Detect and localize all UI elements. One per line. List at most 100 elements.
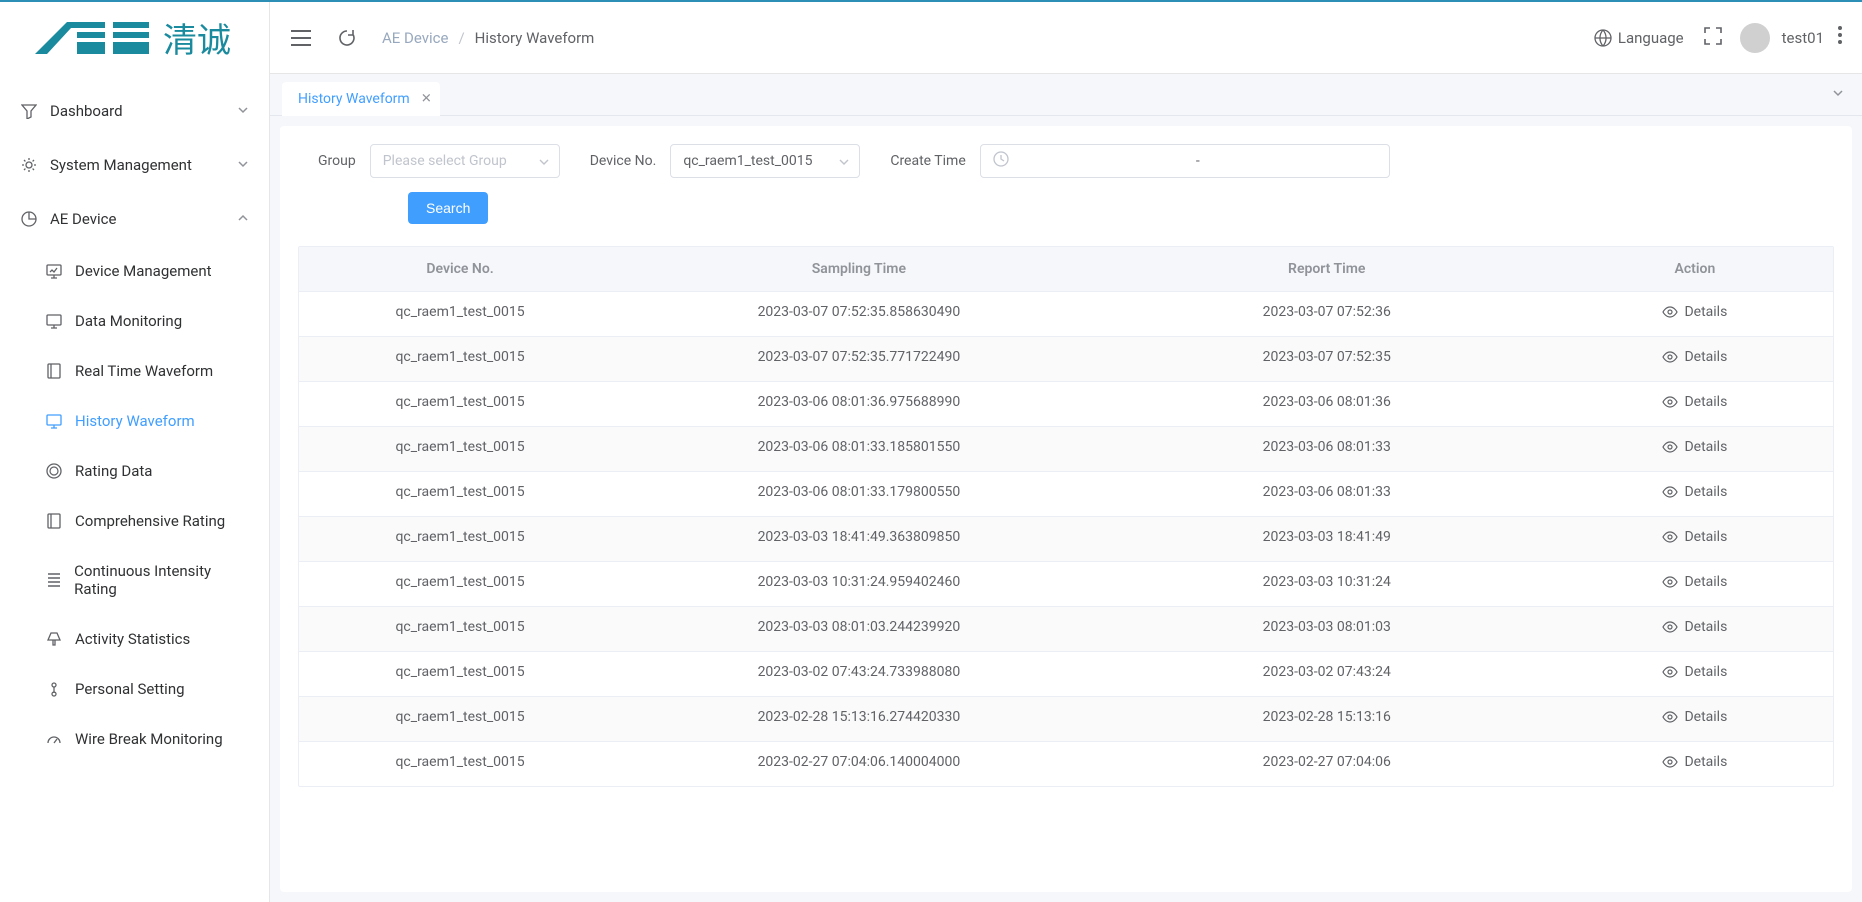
cell-device: qc_raem1_test_0015 [299, 427, 621, 471]
details-button[interactable]: Details [1662, 304, 1727, 320]
logo-icon: 清诚 [35, 16, 235, 62]
sidebar-item-rating-data[interactable]: Rating Data [0, 446, 269, 496]
eye-icon [1662, 529, 1678, 545]
details-button[interactable]: Details [1662, 394, 1727, 410]
cell-action: Details [1557, 742, 1833, 786]
sidebar-item-activity-statistics[interactable]: Activity Statistics [0, 614, 269, 664]
table-row: qc_raem1_test_00152023-03-02 07:43:24.73… [299, 651, 1833, 696]
breadcrumb: AE Device / History Waveform [382, 29, 594, 47]
sidebar-item-real-time-waveform[interactable]: Real Time Waveform [0, 346, 269, 396]
details-button[interactable]: Details [1662, 664, 1727, 680]
create-time-label: Create Time [890, 153, 965, 169]
svg-text:清诚: 清诚 [163, 21, 231, 61]
group-select-placeholder: Please select Group [383, 153, 507, 169]
hamburger-icon[interactable] [290, 27, 312, 49]
sidebar-item-continuous-intensity-rating[interactable]: Continuous Intensity Rating [0, 546, 269, 614]
date-range-separator: - [1019, 153, 1377, 169]
sidebar-item-label: Activity Statistics [75, 630, 190, 648]
chevron-down-icon [539, 154, 549, 168]
cell-action: Details [1557, 472, 1833, 516]
gear-icon [20, 157, 38, 173]
details-label: Details [1684, 484, 1727, 500]
col-device: Device No. [299, 247, 621, 291]
funnel-icon [20, 103, 38, 119]
sidebar-item-label: Real Time Waveform [75, 362, 213, 380]
language-label: Language [1618, 29, 1684, 47]
table-row: qc_raem1_test_00152023-03-03 08:01:03.24… [299, 606, 1833, 651]
cell-report: 2023-03-03 10:31:24 [1097, 562, 1557, 606]
details-button[interactable]: Details [1662, 619, 1727, 635]
cell-report: 2023-02-27 07:04:06 [1097, 742, 1557, 786]
table-row: qc_raem1_test_00152023-03-07 07:52:35.85… [299, 291, 1833, 336]
username: test01 [1782, 29, 1824, 47]
cell-report: 2023-02-28 15:13:16 [1097, 697, 1557, 741]
details-label: Details [1684, 619, 1727, 635]
eye-icon [1662, 754, 1678, 770]
sidebar-item-device-management[interactable]: Device Management [0, 246, 269, 296]
thermo-icon [45, 681, 63, 697]
device-label: Device No. [590, 153, 657, 169]
sidebar-item-data-monitoring[interactable]: Data Monitoring [0, 296, 269, 346]
breadcrumb-root[interactable]: AE Device [382, 29, 448, 47]
sidebar-item-dashboard[interactable]: Dashboard [0, 84, 269, 138]
table-row: qc_raem1_test_00152023-03-06 08:01:36.97… [299, 381, 1833, 426]
sidebar-item-wire-break-monitoring[interactable]: Wire Break Monitoring [0, 714, 269, 764]
main-area: AE Device / History Waveform Language te… [270, 2, 1862, 902]
cell-device: qc_raem1_test_0015 [299, 652, 621, 696]
details-button[interactable]: Details [1662, 439, 1727, 455]
filter-form: Group Please select Group Device No. qc_… [298, 144, 1834, 224]
clock-icon [993, 151, 1009, 171]
language-button[interactable]: Language [1594, 29, 1684, 47]
sidebar-item-system-management[interactable]: System Management [0, 138, 269, 192]
submenu: Device Management Data Monitoring Real Tim… [0, 246, 269, 764]
filter-group: Group Please select Group [318, 144, 560, 178]
cell-sampling: 2023-03-06 08:01:33.185801550 [621, 427, 1097, 471]
fullscreen-button[interactable] [1704, 27, 1722, 49]
tabs-dropdown-button[interactable] [1826, 87, 1850, 103]
details-label: Details [1684, 754, 1727, 770]
details-button[interactable]: Details [1662, 574, 1727, 590]
content: Group Please select Group Device No. qc_… [270, 116, 1862, 902]
sidebar-item-label: Data Monitoring [75, 312, 182, 330]
col-report: Report Time [1097, 247, 1557, 291]
table-row: qc_raem1_test_00152023-03-06 08:01:33.17… [299, 471, 1833, 516]
create-time-range[interactable]: - [980, 144, 1390, 178]
eye-icon [1662, 709, 1678, 725]
book-icon [45, 363, 63, 379]
sidebar-item-label: Rating Data [75, 462, 152, 480]
cell-action: Details [1557, 517, 1833, 561]
cell-action: Details [1557, 382, 1833, 426]
gauge-icon [45, 731, 63, 747]
sidebar-item-history-waveform[interactable]: History Waveform [0, 396, 269, 446]
details-label: Details [1684, 664, 1727, 680]
refresh-icon[interactable] [336, 27, 358, 49]
avatar[interactable] [1740, 23, 1770, 53]
details-button[interactable]: Details [1662, 349, 1727, 365]
device-select[interactable]: qc_raem1_test_0015 [670, 144, 860, 178]
waveform-table: Device No. Sampling Time Report Time Act… [298, 246, 1834, 787]
cell-report: 2023-03-02 07:43:24 [1097, 652, 1557, 696]
lamp-icon [45, 631, 63, 647]
cell-action: Details [1557, 337, 1833, 381]
details-button[interactable]: Details [1662, 754, 1727, 770]
sidebar-item-personal-setting[interactable]: Personal Setting [0, 664, 269, 714]
table-row: qc_raem1_test_00152023-03-03 18:41:49.36… [299, 516, 1833, 561]
cell-sampling: 2023-03-06 08:01:33.179800550 [621, 472, 1097, 516]
details-button[interactable]: Details [1662, 529, 1727, 545]
table-row: qc_raem1_test_00152023-03-06 08:01:33.18… [299, 426, 1833, 471]
group-select[interactable]: Please select Group [370, 144, 560, 178]
sidebar-item-ae-device[interactable]: AE Device [0, 192, 269, 246]
cell-report: 2023-03-06 08:01:36 [1097, 382, 1557, 426]
details-button[interactable]: Details [1662, 484, 1727, 500]
more-button[interactable] [1838, 26, 1842, 49]
search-button[interactable]: Search [408, 192, 488, 224]
details-button[interactable]: Details [1662, 709, 1727, 725]
details-label: Details [1684, 394, 1727, 410]
close-icon[interactable]: ✕ [421, 91, 432, 106]
tab-history-waveform[interactable]: History Waveform ✕ [282, 82, 440, 116]
monitor-icon [45, 313, 63, 329]
cell-report: 2023-03-07 07:52:35 [1097, 337, 1557, 381]
sidebar-item-label: Dashboard [50, 102, 123, 120]
sidebar-item-comprehensive-rating[interactable]: Comprehensive Rating [0, 496, 269, 546]
details-label: Details [1684, 349, 1727, 365]
